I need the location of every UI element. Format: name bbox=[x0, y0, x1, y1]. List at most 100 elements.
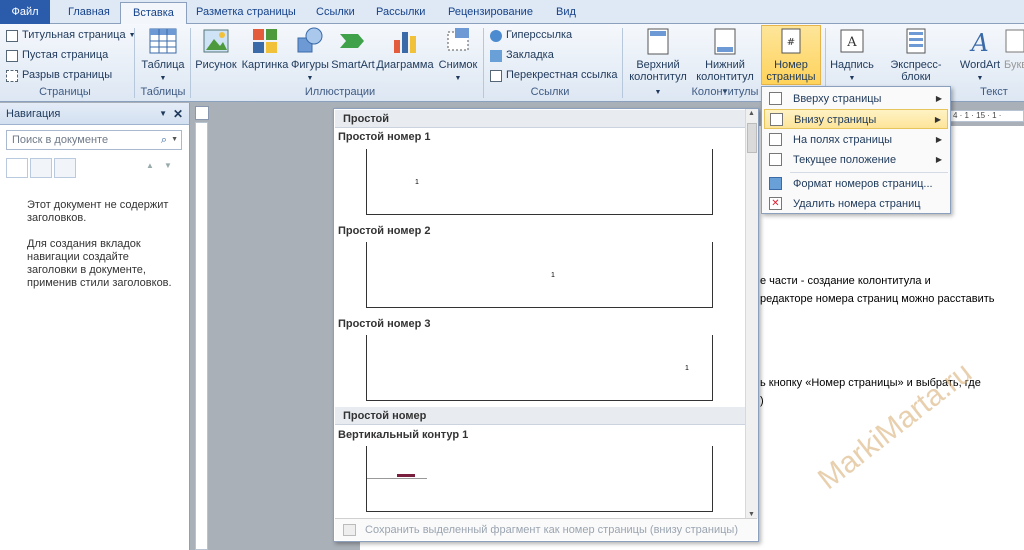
gallery-section-header: Простой номер bbox=[335, 407, 747, 425]
dropcap-button[interactable]: Букв bbox=[1004, 26, 1024, 71]
tab-page-layout[interactable]: Разметка страницы bbox=[184, 2, 308, 24]
scroll-down-icon[interactable]: ▼ bbox=[748, 511, 755, 518]
previous-heading-icon[interactable]: ▲ bbox=[146, 161, 154, 170]
shapes-icon bbox=[297, 27, 323, 53]
group-label-text: Текст bbox=[980, 86, 1008, 98]
tab-results-view[interactable] bbox=[54, 158, 76, 178]
smartart-button[interactable]: SmartArt bbox=[331, 26, 375, 71]
chevron-down-icon[interactable]: ▼ bbox=[171, 131, 178, 149]
search-icon[interactable]: ⌕ bbox=[161, 131, 167, 149]
svg-text:A: A bbox=[969, 29, 988, 56]
current-position-icon bbox=[769, 153, 782, 166]
footer-icon bbox=[714, 28, 736, 55]
close-icon[interactable]: ✕ bbox=[173, 103, 183, 125]
group-label-links: Ссылки bbox=[530, 86, 570, 98]
tab-mailings[interactable]: Рассылки bbox=[364, 2, 437, 24]
clipart-icon bbox=[253, 29, 277, 53]
bookmark-button[interactable]: Закладка bbox=[490, 46, 554, 65]
title-page-icon bbox=[6, 29, 18, 42]
tab-home[interactable]: Главная bbox=[56, 2, 122, 24]
tab-file[interactable]: Файл bbox=[0, 0, 50, 24]
page-number-button[interactable]: # Номерстраницы ▼ bbox=[761, 25, 821, 96]
wordart-icon: A bbox=[969, 29, 988, 56]
crossref-button[interactable]: Перекрестная ссылка bbox=[490, 66, 618, 85]
gallery-item-simple-2[interactable]: 1 bbox=[366, 242, 713, 308]
tab-references[interactable]: Ссылки bbox=[304, 2, 367, 24]
navigation-pane: Навигация ▼ ✕ Поиск в документе ⌕ ▼ ▲ ▼ … bbox=[0, 103, 190, 550]
menu-item-remove-page-numbers[interactable]: ✕ Удалить номера страниц bbox=[764, 194, 948, 214]
pane-options-icon[interactable]: ▼ bbox=[159, 103, 167, 125]
bookmark-icon bbox=[490, 49, 502, 62]
hyperlink-button[interactable]: Гиперссылка bbox=[490, 26, 572, 45]
shapes-button[interactable]: Фигуры ▼ bbox=[290, 26, 330, 85]
submenu-arrow-icon: ▶ bbox=[935, 94, 942, 103]
gallery-item-title: Простой номер 1 bbox=[338, 131, 431, 143]
search-input[interactable]: Поиск в документе ⌕ ▼ bbox=[6, 130, 182, 150]
tab-review[interactable]: Рецензирование bbox=[436, 2, 545, 24]
smartart-icon bbox=[340, 34, 364, 48]
globe-icon bbox=[490, 29, 502, 42]
navigation-title: Навигация bbox=[6, 108, 61, 120]
quickparts-icon bbox=[906, 28, 926, 54]
tab-selector[interactable] bbox=[195, 106, 209, 120]
dropdown-arrow-icon: ▼ bbox=[454, 75, 462, 82]
tab-insert[interactable]: Вставка bbox=[120, 2, 187, 25]
tab-headings-view[interactable] bbox=[6, 158, 28, 178]
screenshot-button[interactable]: Снимок ▼ bbox=[436, 26, 480, 85]
gallery-item-simple-1[interactable]: 1 bbox=[366, 149, 713, 215]
format-page-numbers-icon bbox=[769, 177, 782, 190]
dropdown-arrow-icon: ▼ bbox=[306, 75, 314, 82]
screenshot-icon bbox=[447, 28, 469, 51]
document-text-line: е части - создание колонтитула и bbox=[760, 275, 931, 287]
header-button[interactable]: Верхний колонтитул ▼ bbox=[628, 26, 688, 99]
gallery-scrollbar[interactable]: ▲ ▼ bbox=[745, 109, 758, 519]
page-break-icon bbox=[6, 69, 18, 82]
menu-item-format-page-numbers[interactable]: Формат номеров страниц... bbox=[764, 174, 948, 194]
navigation-view-tabs bbox=[6, 158, 78, 178]
group-label-illustrations: Иллюстрации bbox=[304, 86, 376, 98]
group-separator bbox=[190, 28, 191, 98]
submenu-arrow-icon: ▶ bbox=[935, 135, 942, 144]
bottom-of-page-icon bbox=[770, 113, 783, 126]
menu-item-current-position[interactable]: Текущее положение ▶ bbox=[764, 150, 948, 170]
table-icon bbox=[149, 28, 177, 54]
table-button[interactable]: Таблица ▼ bbox=[140, 26, 186, 85]
gallery-item-vertical-outline-1[interactable] bbox=[366, 446, 713, 512]
scroll-thumb[interactable] bbox=[747, 123, 757, 153]
page-number-icon: # bbox=[781, 28, 801, 54]
gallery-item-title: Простой номер 3 bbox=[338, 318, 431, 330]
menu-item-top-of-page[interactable]: Вверху страницы ▶ bbox=[764, 89, 948, 109]
menu-item-bottom-of-page[interactable]: Внизу страницы ▶ bbox=[764, 109, 948, 129]
textbox-button[interactable]: A Надпись ▼ bbox=[828, 26, 876, 85]
top-of-page-icon bbox=[769, 92, 782, 105]
next-heading-icon[interactable]: ▼ bbox=[164, 161, 172, 170]
picture-button[interactable]: Рисунок bbox=[194, 26, 238, 71]
title-page-button[interactable]: Титульная страница ▼ bbox=[6, 26, 136, 45]
vertical-ruler bbox=[195, 122, 208, 550]
outline-line bbox=[367, 478, 427, 479]
scroll-up-icon[interactable]: ▲ bbox=[748, 110, 755, 117]
horizontal-ruler: 4 · 1 · 15 · 1 · bbox=[948, 110, 1024, 122]
group-separator bbox=[622, 28, 623, 98]
page-break-button[interactable]: Разрыв страницы bbox=[6, 66, 112, 85]
blank-page-icon bbox=[6, 49, 18, 62]
group-label-tables: Таблицы bbox=[140, 86, 186, 98]
tab-view[interactable]: Вид bbox=[544, 2, 588, 24]
tab-pages-view[interactable] bbox=[30, 158, 52, 178]
group-label-headers: Колонтитулы bbox=[691, 86, 759, 98]
blank-page-button[interactable]: Пустая страница bbox=[6, 46, 108, 65]
dropcap-icon bbox=[1005, 29, 1024, 53]
outline-marker bbox=[397, 474, 415, 477]
gallery-item-simple-3[interactable]: 1 bbox=[366, 335, 713, 401]
navigation-header: Навигация ▼ ✕ bbox=[0, 103, 189, 125]
page-number-gallery: Простой Простой номер 1 1 Простой номер … bbox=[333, 108, 759, 542]
wordart-button[interactable]: A WordArt ▼ bbox=[958, 26, 1002, 85]
menu-item-page-margins[interactable]: На полях страницы ▶ bbox=[764, 130, 948, 150]
clipart-button[interactable]: Картинка bbox=[240, 26, 290, 71]
dropdown-arrow-icon: ▼ bbox=[848, 75, 856, 82]
save-selection-icon bbox=[343, 524, 356, 536]
textbox-icon: A bbox=[840, 29, 864, 53]
chart-button[interactable]: Диаграмма bbox=[376, 26, 434, 71]
remove-page-numbers-icon: ✕ bbox=[769, 197, 782, 210]
chart-icon bbox=[394, 32, 416, 53]
